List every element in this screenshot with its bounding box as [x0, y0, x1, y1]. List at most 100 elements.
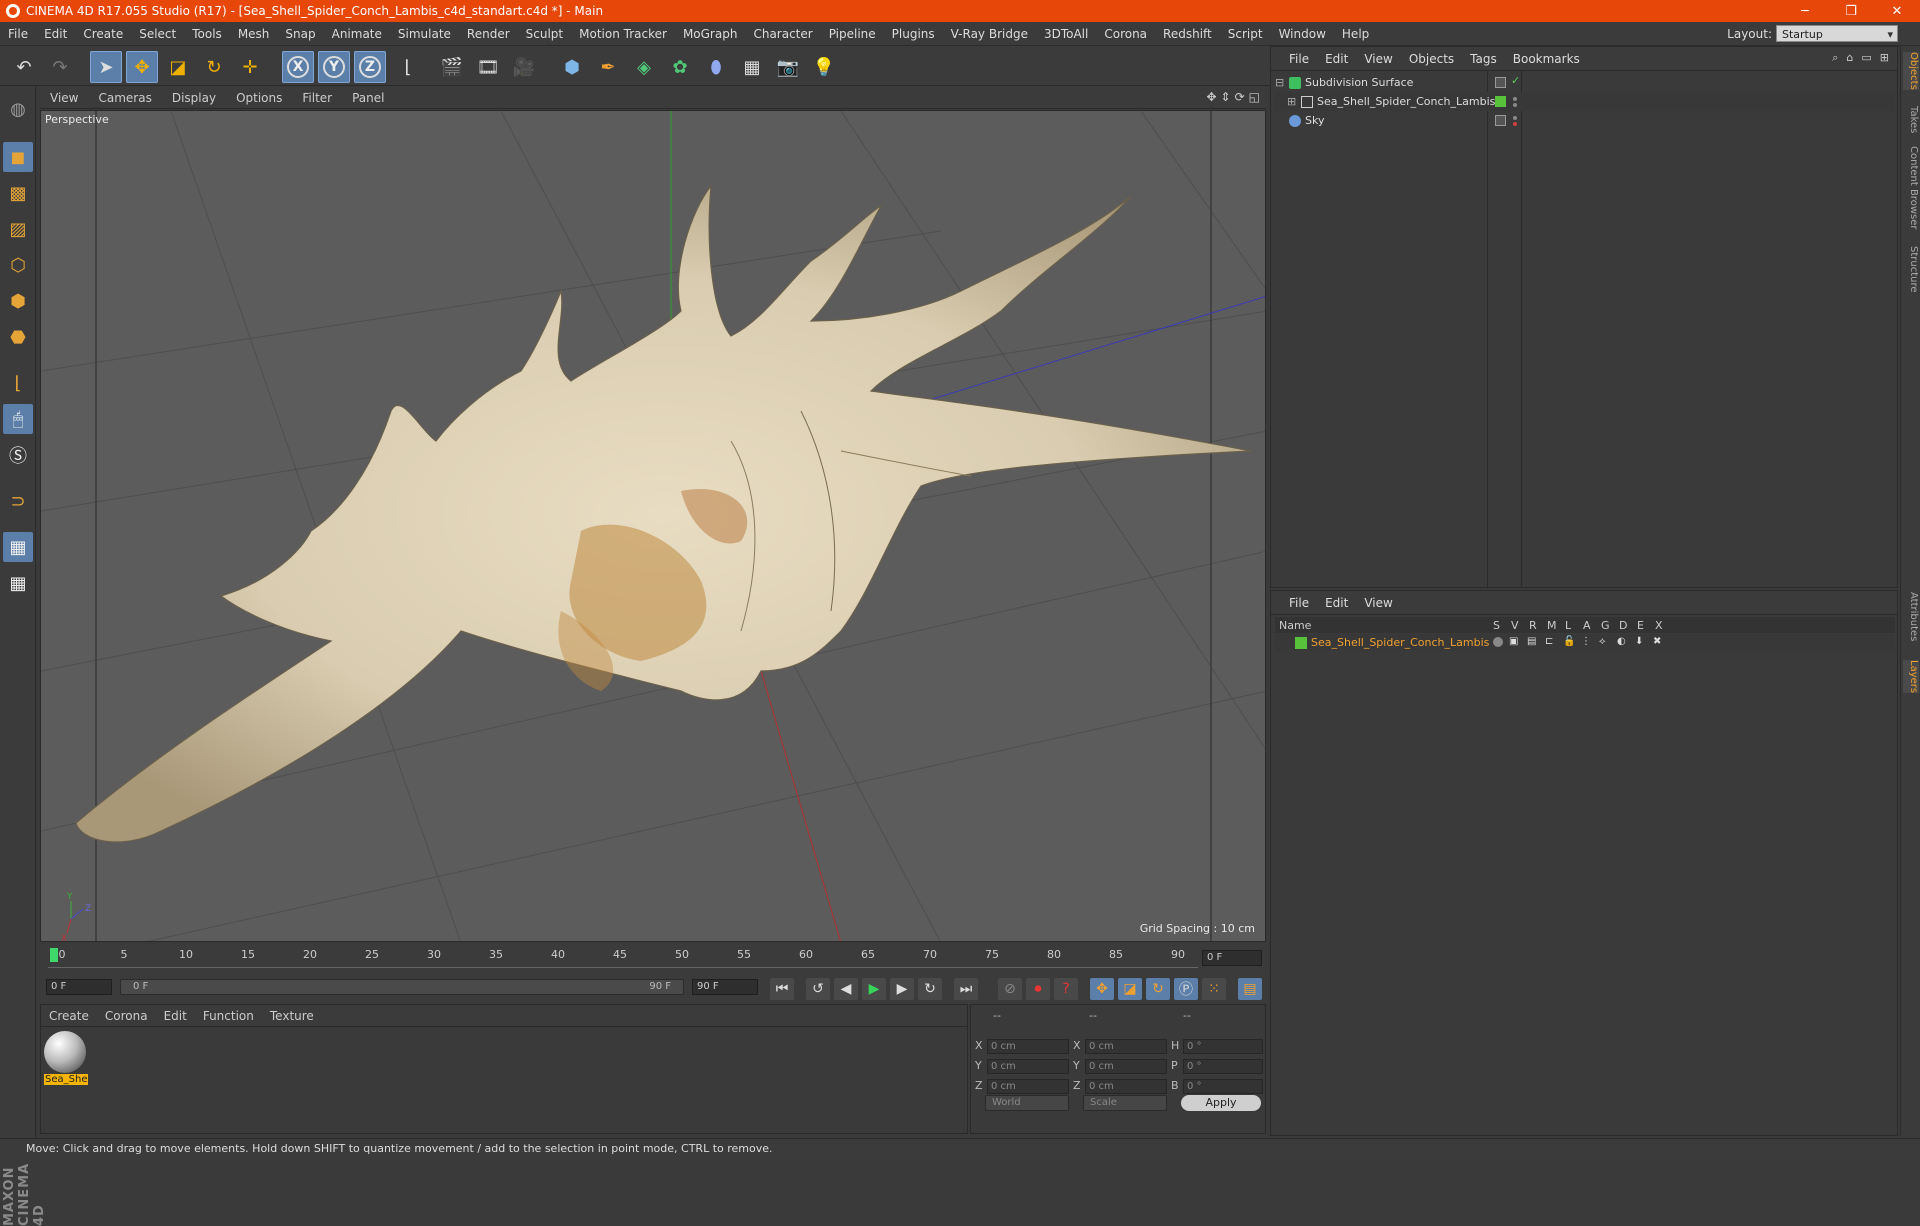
coordinate-system-icon[interactable]: ⌊ [392, 51, 424, 83]
render-picture-viewer-icon[interactable]: 🎞 [472, 51, 504, 83]
locked-workplane-icon[interactable]: ▦ [3, 532, 33, 562]
rot-h-field[interactable]: 0 ° [1183, 1039, 1263, 1054]
expand-panel-icon[interactable]: ⊞ [1880, 51, 1889, 65]
xref-toggle-icon[interactable]: ✖ [1653, 636, 1661, 647]
key-pla-icon[interactable]: ⁙ [1202, 978, 1226, 1000]
visibility-tag-box[interactable] [1495, 115, 1506, 126]
solo-toggle-icon[interactable] [1493, 637, 1503, 647]
render-settings-icon[interactable]: 🎥 [508, 51, 540, 83]
object-row-sky[interactable]: Sky [1275, 111, 1895, 130]
material-menu-texture[interactable]: Texture [262, 1009, 322, 1023]
collapse-icon[interactable]: ⊟ [1275, 76, 1289, 89]
expression-toggle-icon[interactable]: ⬇ [1635, 636, 1643, 647]
tab-attributes[interactable]: Attributes [1903, 592, 1919, 641]
manager-toggle-icon[interactable]: ⊏ [1545, 636, 1553, 647]
object-menu-file[interactable]: File [1281, 52, 1317, 66]
x-axis-lock-button[interactable]: X [282, 51, 314, 83]
y-axis-lock-button[interactable]: Y [318, 51, 350, 83]
layer-menu-file[interactable]: File [1281, 596, 1317, 610]
viewport-menu-cameras[interactable]: Cameras [88, 91, 161, 105]
material-menu-function[interactable]: Function [195, 1009, 262, 1023]
menu-window[interactable]: Window [1271, 27, 1334, 41]
tab-objects[interactable]: Objects [1903, 52, 1919, 90]
subdivision-surface-icon[interactable]: ◈ [628, 51, 660, 83]
pos-x-field[interactable]: 0 cm [987, 1039, 1069, 1054]
size-x-field[interactable]: 0 cm [1085, 1039, 1167, 1054]
next-frame-icon[interactable]: ▶ [890, 978, 914, 1000]
texture-mode-icon[interactable]: ▩ [3, 178, 33, 208]
move-tool-icon[interactable]: ✥ [126, 51, 158, 83]
select-arrow-icon[interactable]: ➤ [90, 51, 122, 83]
cube-primitive-icon[interactable]: ⬢ [556, 51, 588, 83]
minimize-button[interactable]: ─ [1782, 0, 1828, 22]
object-menu-tags[interactable]: Tags [1462, 52, 1505, 66]
cloner-icon[interactable]: ✿ [664, 51, 696, 83]
tab-content-browser[interactable]: Content Browser [1903, 146, 1919, 229]
menu-mograph[interactable]: MoGraph [675, 27, 746, 41]
next-key-icon[interactable]: ↻ [918, 978, 942, 1000]
render-toggle-icon[interactable]: ▤ [1527, 636, 1536, 647]
editor-visibility-dot[interactable] [1513, 97, 1517, 101]
autokey-icon[interactable]: ⏺ [1026, 978, 1050, 1000]
new-view-icon[interactable]: ▭ [1861, 51, 1871, 65]
menu-render[interactable]: Render [459, 27, 518, 41]
model-mode-icon[interactable]: ◼ [3, 142, 33, 172]
menu-script[interactable]: Script [1220, 27, 1271, 41]
edges-mode-icon[interactable]: ⬢ [3, 286, 33, 316]
menu-plugins[interactable]: Plugins [884, 27, 943, 41]
tab-layers[interactable]: Layers [1903, 660, 1919, 694]
menu-create[interactable]: Create [75, 27, 131, 41]
orbit-icon[interactable]: ⟳ [1235, 90, 1245, 104]
menu-sculpt[interactable]: Sculpt [518, 27, 571, 41]
planar-workplane-icon[interactable]: ▦ [3, 568, 33, 598]
menu-pipeline[interactable]: Pipeline [821, 27, 884, 41]
tweak-mode-icon[interactable]: 🖱 [3, 404, 33, 434]
key-rotation-icon[interactable]: ↻ [1146, 978, 1170, 1000]
start-frame-field[interactable]: 0 F [46, 979, 112, 995]
material-menu-corona[interactable]: Corona [97, 1009, 156, 1023]
size-z-field[interactable]: 0 cm [1085, 1079, 1167, 1094]
layout-dropdown[interactable]: Startup [1776, 25, 1898, 43]
play-icon[interactable]: ▶ [862, 978, 886, 1000]
make-editable-icon[interactable]: ◍ [3, 94, 33, 124]
viewport-menu-display[interactable]: Display [162, 91, 226, 105]
light-icon[interactable]: 💡 [808, 51, 840, 83]
camera-icon[interactable]: 📷 [772, 51, 804, 83]
material-swatch[interactable]: Sea_She [44, 1031, 88, 1087]
object-menu-objects[interactable]: Objects [1401, 52, 1462, 66]
animation-toggle-icon[interactable]: ⋮ [1581, 636, 1591, 647]
search-icon[interactable]: ⌕ [1832, 51, 1838, 65]
editor-visibility-dot[interactable] [1513, 116, 1517, 120]
points-mode-icon[interactable]: ⬡ [3, 250, 33, 280]
keyframe-help-icon[interactable]: ? [1054, 978, 1078, 1000]
pos-z-field[interactable]: 0 cm [987, 1079, 1069, 1094]
pos-y-field[interactable]: 0 cm [987, 1059, 1069, 1074]
scale-tool-icon[interactable]: ◪ [162, 51, 194, 83]
deformer-toggle-icon[interactable]: ◐ [1617, 636, 1626, 647]
menu-redshift[interactable]: Redshift [1155, 27, 1220, 41]
rot-p-field[interactable]: 0 ° [1183, 1059, 1263, 1074]
polygons-mode-icon[interactable]: ⬣ [3, 322, 33, 352]
maximize-button[interactable]: ❐ [1828, 0, 1874, 22]
go-to-start-icon[interactable]: ⏮ [770, 978, 794, 1000]
render-visibility-dot[interactable] [1513, 103, 1517, 107]
perspective-viewport[interactable]: Y Z X Perspective Grid Spacing : 10 cm [40, 110, 1266, 942]
material-menu-create[interactable]: Create [41, 1009, 97, 1023]
object-menu-view[interactable]: View [1356, 52, 1400, 66]
viewport-menu-panel[interactable]: Panel [342, 91, 394, 105]
menu-tools[interactable]: Tools [184, 27, 230, 41]
layer-menu-edit[interactable]: Edit [1317, 596, 1356, 610]
menu-3dtoall[interactable]: 3DToAll [1036, 27, 1096, 41]
object-row-subdivision-surface[interactable]: ⊟ Subdivision Surface ✓ [1275, 73, 1895, 92]
rot-b-field[interactable]: 0 ° [1183, 1079, 1263, 1094]
timeline-window-icon[interactable]: ▤ [1238, 978, 1262, 1000]
generator-toggle-icon[interactable]: ⟡ [1599, 636, 1606, 647]
pen-spline-icon[interactable]: ✒ [592, 51, 624, 83]
maximize-view-icon[interactable]: ◱ [1249, 90, 1260, 104]
layer-color-box[interactable] [1495, 96, 1506, 107]
menu-edit[interactable]: Edit [36, 27, 75, 41]
layer-color-swatch[interactable] [1295, 636, 1307, 649]
undo-icon[interactable]: ↶ [8, 51, 40, 83]
close-button[interactable]: ✕ [1874, 0, 1920, 22]
object-row-sea-shell[interactable]: ⊞ Sea_Shell_Spider_Conch_Lambis [1275, 92, 1895, 111]
